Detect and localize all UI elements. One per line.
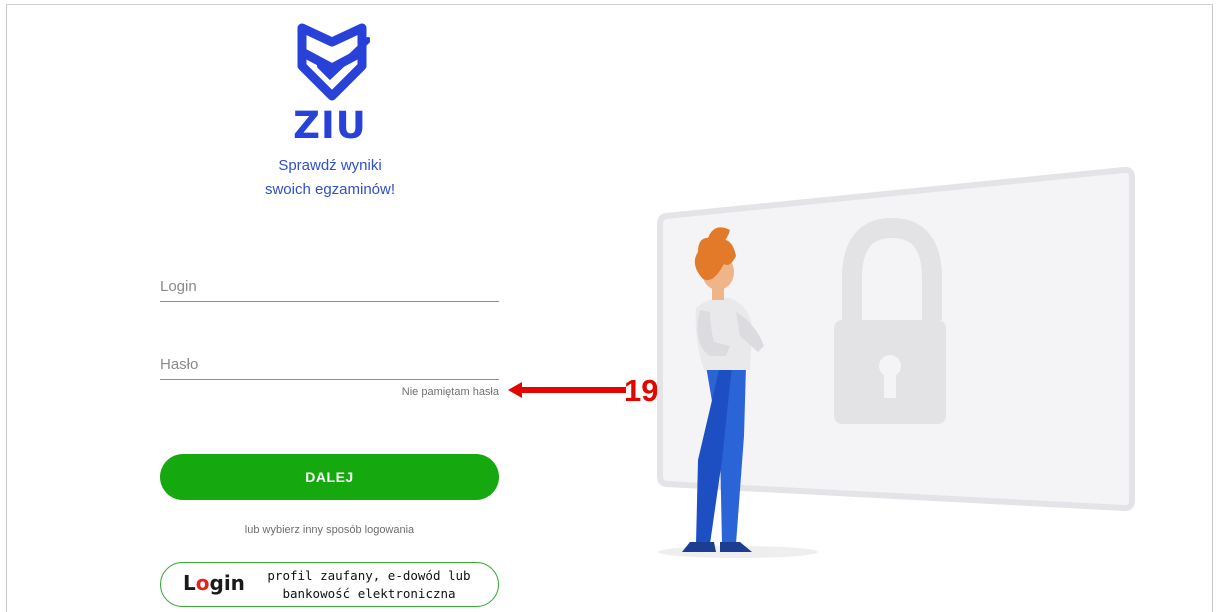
login-gov-logo: Login [183,571,245,595]
ziu-shield-logo-icon [297,23,370,101]
login-label: Login [160,278,197,295]
trusted-profile-text: profil zaufany, e-dowód lub bankowość el… [267,568,471,601]
tagline-line-1: Sprawdź wyniki [278,157,382,174]
password-label: Hasło [160,356,199,373]
forgot-password-link[interactable]: Nie pamiętam hasła [402,386,499,398]
login-illustration [657,166,1135,558]
submit-button[interactable]: DALEJ [160,454,499,500]
login-input[interactable]: Login [160,268,499,302]
password-input[interactable]: Hasło [160,346,499,380]
brand-name: ZIU [293,104,367,147]
annotation-arrow-icon [508,382,626,398]
alt-login-text: lub wybierz inny sposób logowania [244,524,415,536]
tagline-line-2: swoich egzaminów! [264,181,396,198]
trusted-profile-login-button[interactable]: Login profil zaufany, e-dowód lub bankow… [160,562,499,607]
tagline: Sprawdź wyniki swoich egzaminów! [230,154,430,202]
